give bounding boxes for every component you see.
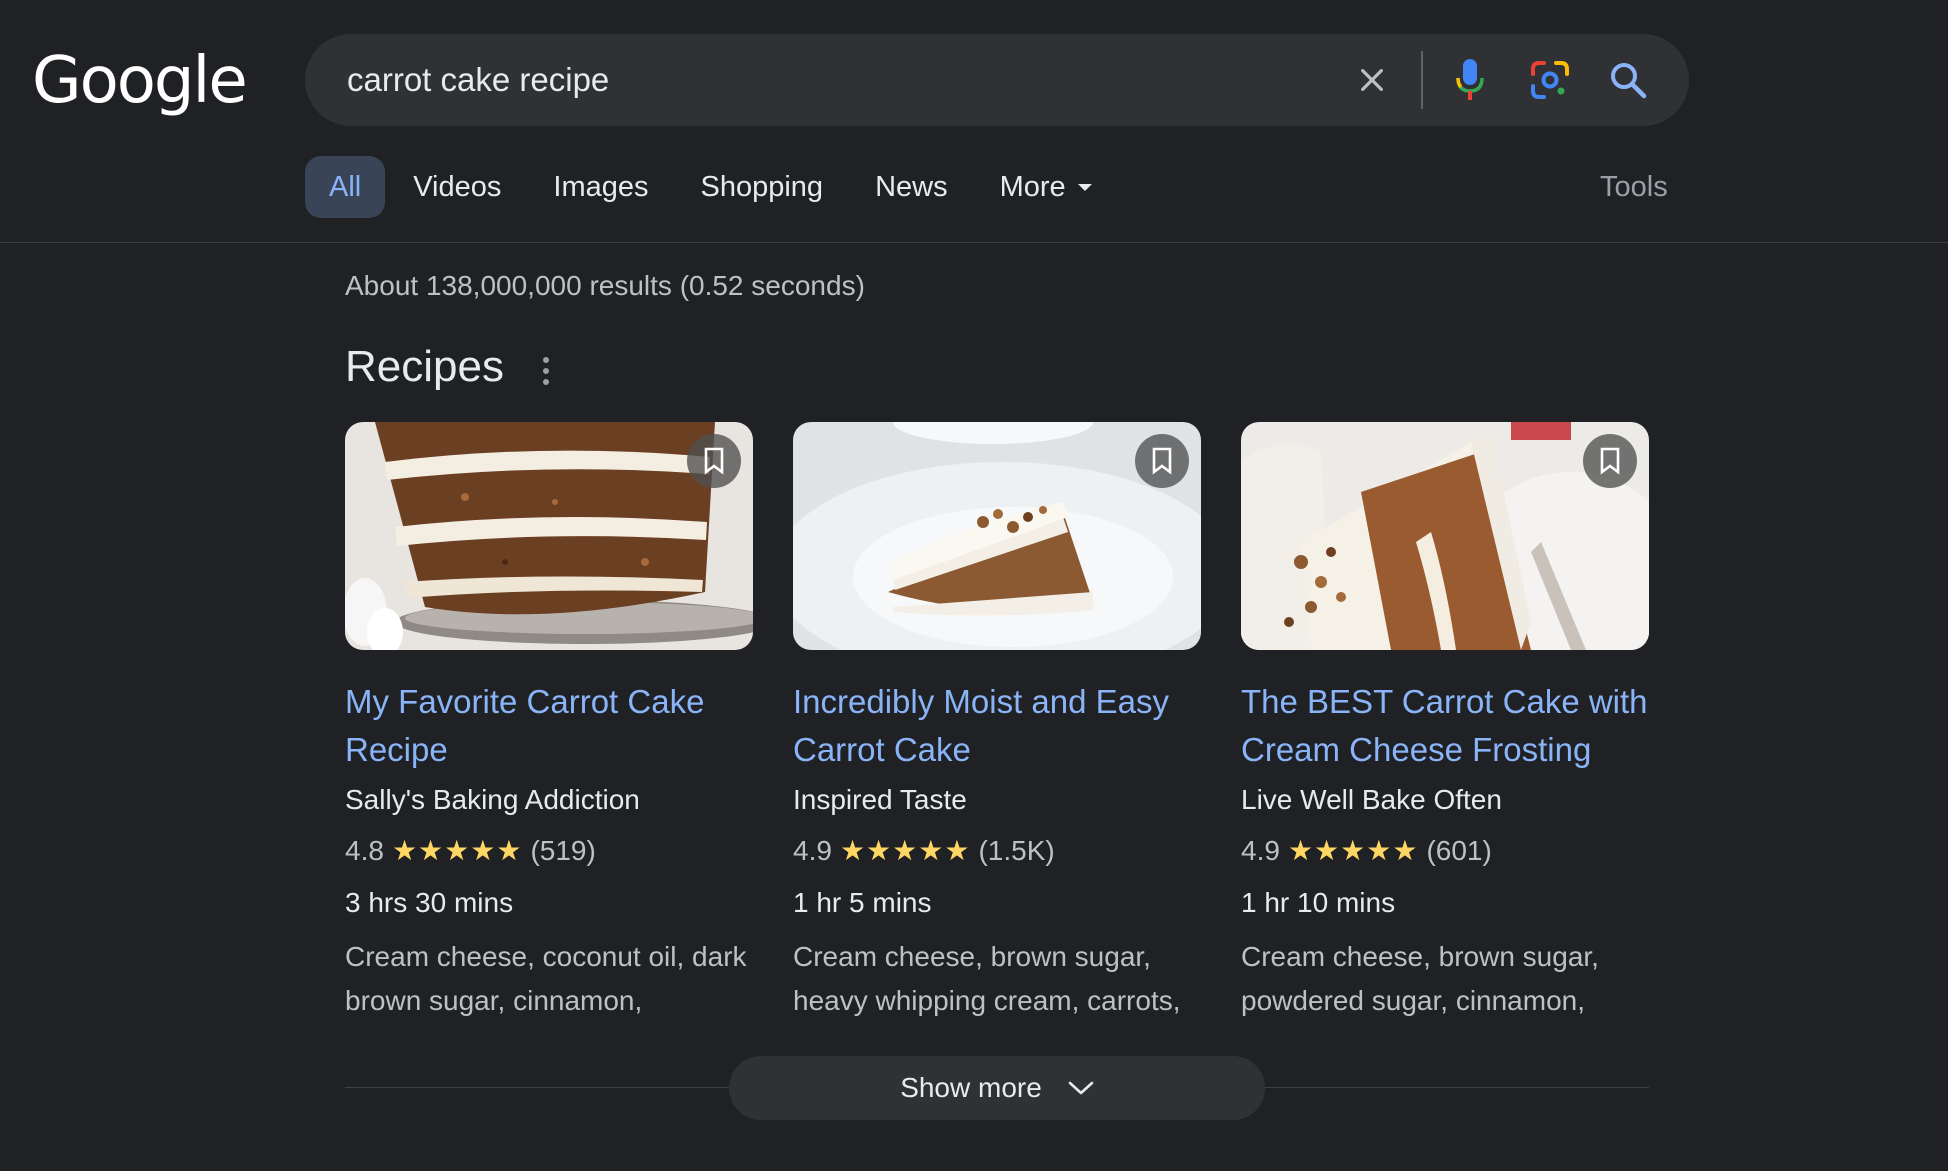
microphone-icon[interactable]: [1447, 57, 1493, 103]
recipes-heading: Recipes: [345, 342, 504, 391]
tab-more-label: More: [999, 170, 1066, 203]
caret-down-icon: [1077, 183, 1092, 191]
search-box-divider: [1421, 51, 1423, 109]
tab-images[interactable]: Images: [529, 156, 672, 218]
search-tabs: All Videos Images Shopping News More: [305, 156, 1120, 218]
show-more-button[interactable]: Show more: [729, 1056, 1265, 1120]
bookmark-icon[interactable]: [1583, 434, 1637, 488]
recipe-card[interactable]: The BEST Carrot Cake with Cream Cheese F…: [1241, 422, 1649, 1023]
recipe-ingredients: Cream cheese, brown sugar, heavy whippin…: [793, 941, 1181, 1016]
recipe-card[interactable]: Incredibly Moist and Easy Carrot Cake In…: [793, 422, 1201, 1023]
rating-value: 4.8: [345, 835, 384, 866]
tab-all[interactable]: All: [305, 156, 386, 218]
recipe-image[interactable]: [1241, 422, 1649, 650]
recipe-time: 1 hr 10 mins: [1241, 887, 1396, 918]
chevron-down-icon: [1068, 1081, 1094, 1095]
bookmark-icon[interactable]: [687, 434, 741, 488]
star-rating-icon: ★★★★★: [391, 835, 523, 866]
star-rating-icon: ★★★★★: [1287, 835, 1419, 866]
review-count: (519): [530, 835, 596, 866]
recipe-source: Sally's Baking Addiction: [345, 784, 640, 815]
recipe-rating: 4.9 ★★★★★ (601): [1241, 831, 1649, 871]
clear-icon[interactable]: [1349, 57, 1395, 103]
recipe-image[interactable]: [345, 422, 753, 650]
recipe-source: Inspired Taste: [793, 784, 967, 815]
recipe-title-link[interactable]: Incredibly Moist and Easy Carrot Cake: [793, 678, 1201, 774]
star-rating-icon: ★★★★★: [839, 835, 971, 866]
recipe-card[interactable]: My Favorite Carrot Cake Recipe Sally's B…: [345, 422, 753, 1023]
tab-more[interactable]: More: [976, 156, 1116, 218]
review-count: (1.5K): [978, 835, 1055, 866]
recipe-time: 3 hrs 30 mins: [345, 887, 514, 918]
recipe-rating: 4.9 ★★★★★ (1.5K): [793, 831, 1201, 871]
search-icon[interactable]: [1605, 57, 1651, 103]
recipe-time: 1 hr 5 mins: [793, 887, 932, 918]
result-stats: About 138,000,000 results (0.52 seconds): [345, 270, 865, 301]
search-input[interactable]: [347, 34, 1247, 126]
search-box[interactable]: [305, 34, 1689, 126]
recipe-rating: 4.8 ★★★★★ (519): [345, 831, 753, 871]
recipe-image[interactable]: [793, 422, 1201, 650]
more-options-icon[interactable]: [536, 354, 556, 388]
recipe-title-link[interactable]: The BEST Carrot Cake with Cream Cheese F…: [1241, 678, 1649, 774]
camera-lens-icon[interactable]: [1527, 57, 1573, 103]
tools-button[interactable]: Tools: [1600, 156, 1668, 218]
show-more-label: Show more: [900, 1072, 1042, 1103]
review-count: (601): [1426, 835, 1492, 866]
rating-value: 4.9: [793, 835, 832, 866]
recipe-ingredients: Cream cheese, coconut oil, dark brown su…: [345, 941, 747, 1016]
rating-value: 4.9: [1241, 835, 1280, 866]
recipe-ingredients: Cream cheese, brown sugar, powdered suga…: [1241, 941, 1599, 1016]
tab-videos[interactable]: Videos: [389, 156, 525, 218]
google-logo[interactable]: Google: [32, 44, 248, 118]
recipe-title-link[interactable]: My Favorite Carrot Cake Recipe: [345, 678, 753, 774]
tab-news[interactable]: News: [851, 156, 972, 218]
header-divider: [0, 242, 1948, 243]
bookmark-icon[interactable]: [1135, 434, 1189, 488]
recipe-source: Live Well Bake Often: [1241, 784, 1502, 815]
tab-shopping[interactable]: Shopping: [677, 156, 848, 218]
